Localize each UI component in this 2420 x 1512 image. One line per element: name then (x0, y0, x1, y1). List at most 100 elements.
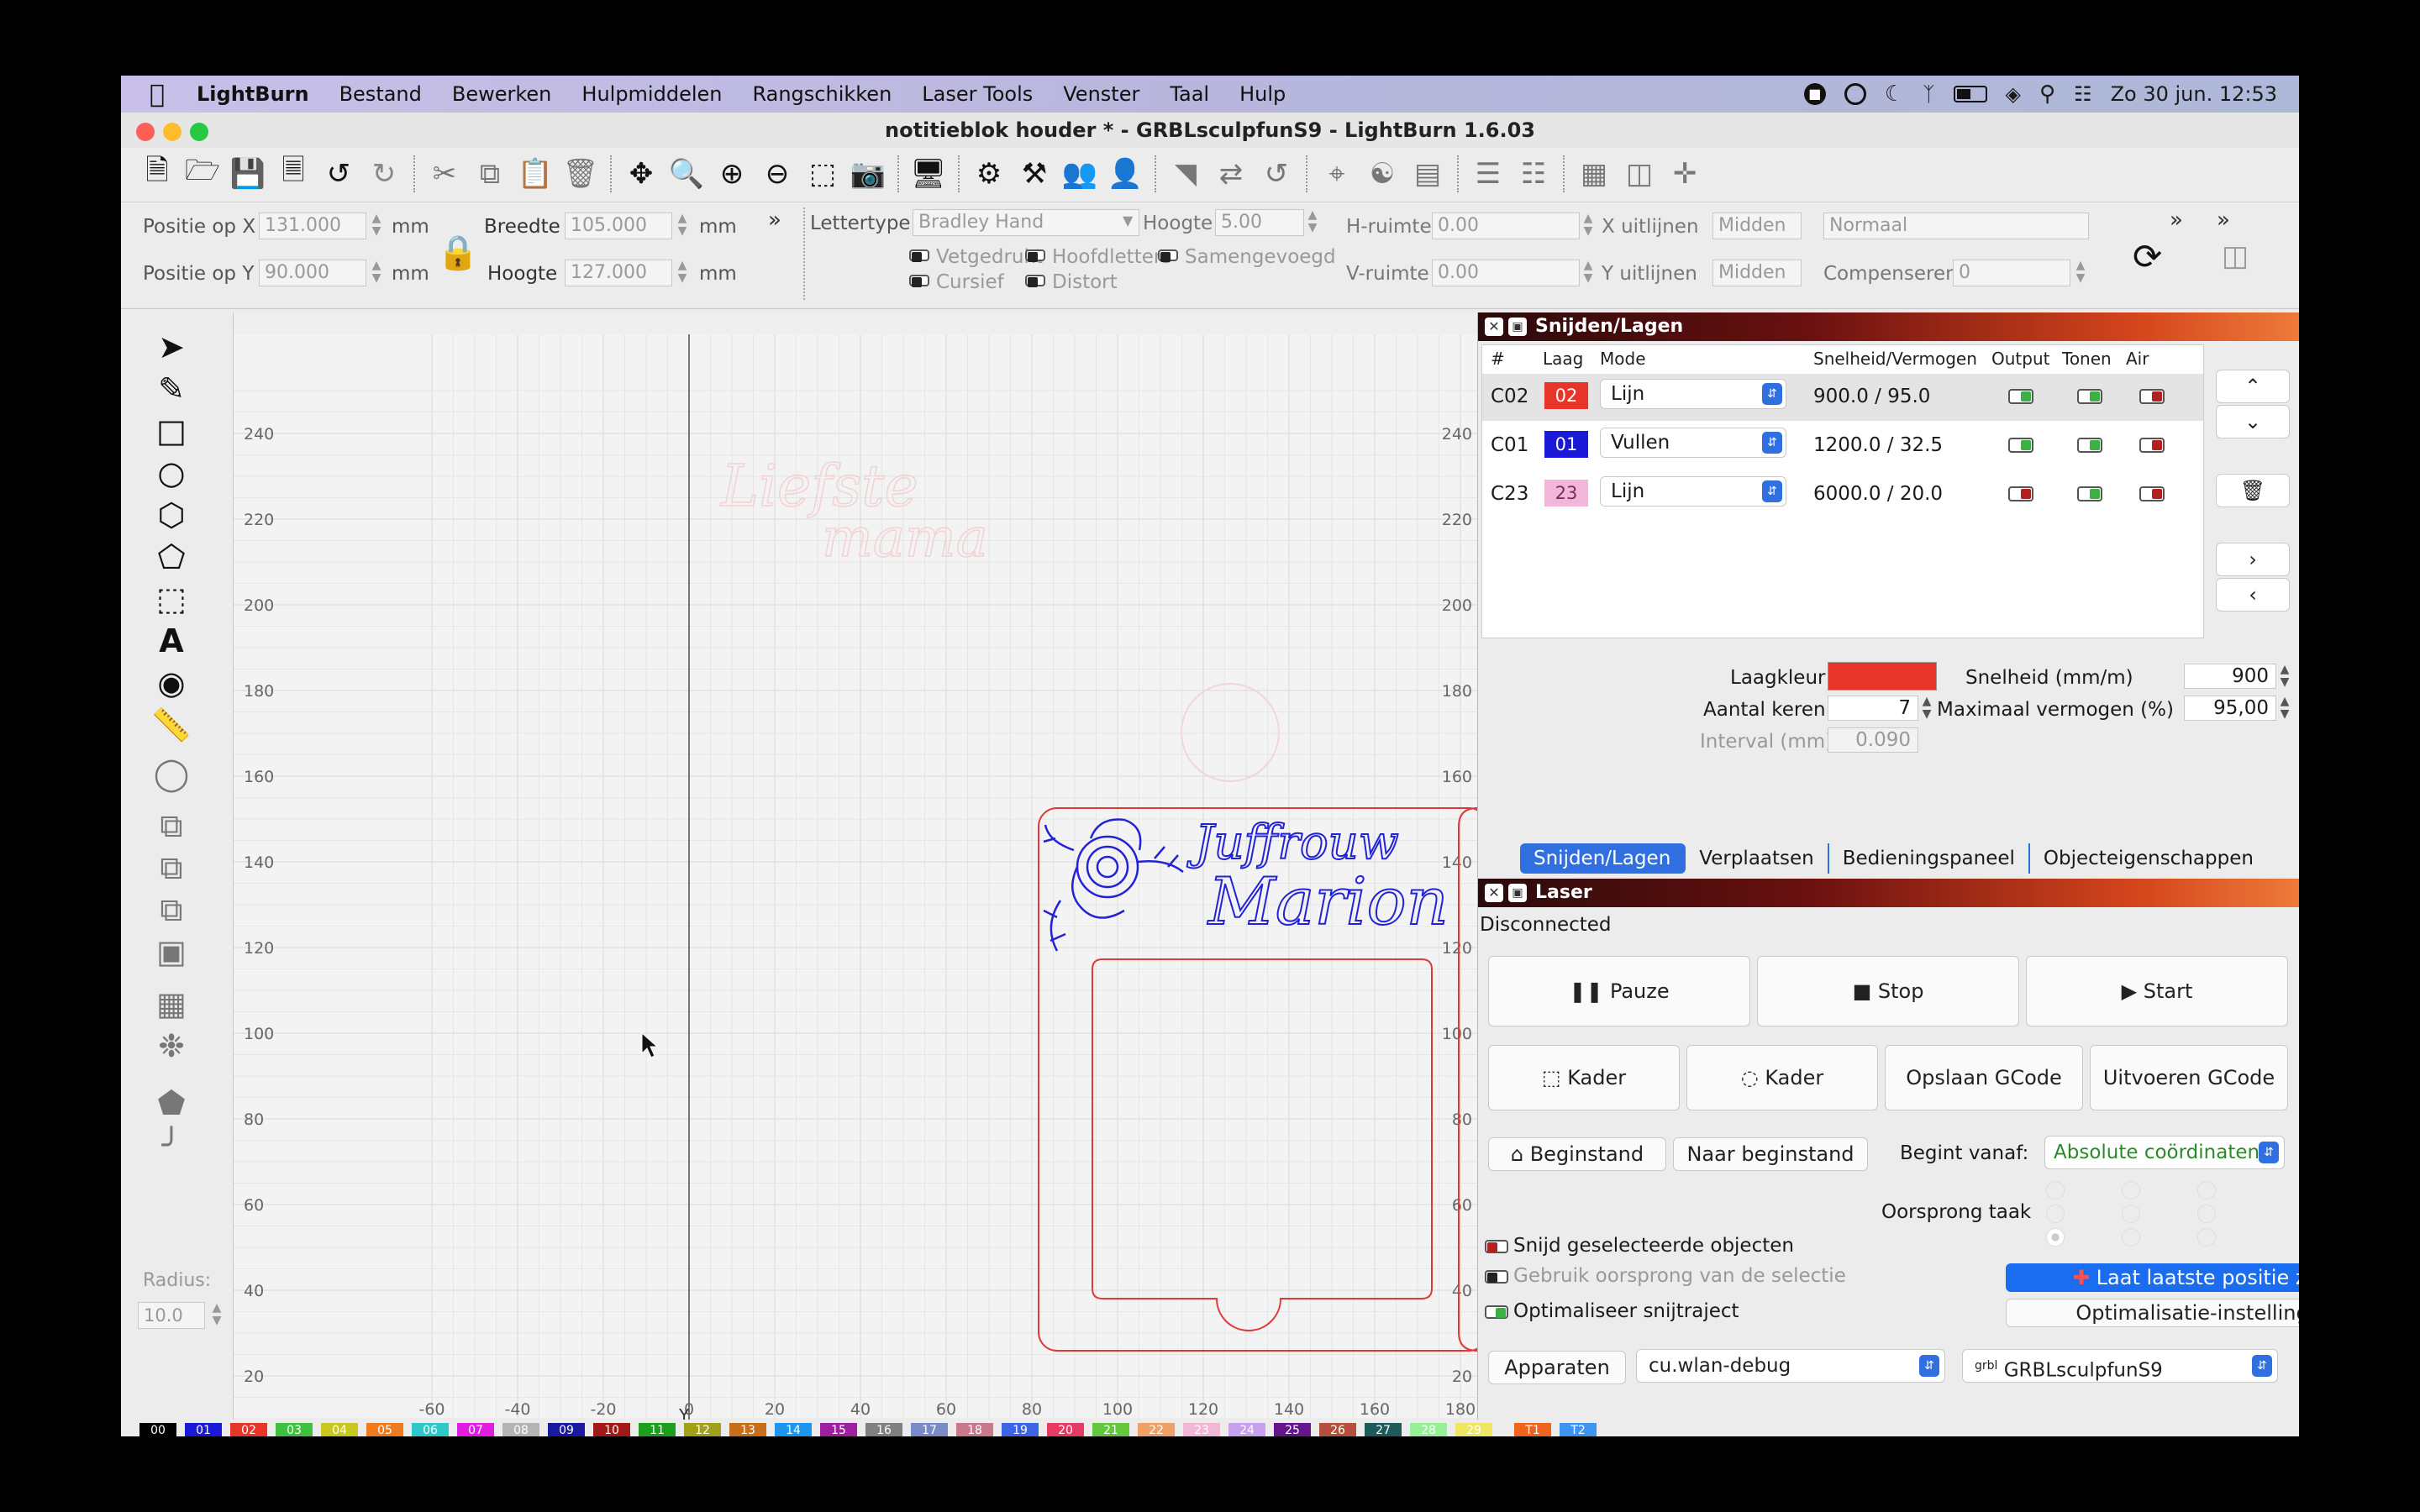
wifi-icon[interactable]: ◈ (2006, 82, 2021, 106)
palette-swatch[interactable]: 27 (1365, 1423, 1402, 1436)
yalign-select[interactable]: Midden (1712, 260, 1802, 286)
palette-swatch[interactable]: 11 (639, 1423, 676, 1436)
pos-x-stepper[interactable]: ▲ ▼ (370, 213, 383, 239)
welded-toggle[interactable] (1158, 249, 1178, 262)
menu-hulpmiddelen[interactable]: Hulpmiddelen (566, 82, 737, 106)
search-icon[interactable]: ⚲ (2039, 81, 2055, 107)
origin-radio[interactable] (2046, 1205, 2065, 1223)
layer-row[interactable]: C01 01 Vullen ⇵ 1200.0 / 32.5 (1482, 423, 2203, 470)
rotate-selection-icon[interactable]: ⟳ (2133, 236, 2162, 277)
text-tool-icon[interactable]: A (148, 622, 195, 660)
origin-radio[interactable] (2122, 1181, 2140, 1200)
output-toggle[interactable] (2008, 389, 2033, 404)
battery-icon[interactable] (1953, 86, 1987, 102)
show-last-position-button[interactable]: ✚ Laat laatste positie zien (2006, 1263, 2299, 1292)
output-toggle[interactable] (2008, 486, 2033, 501)
vspace-stepper[interactable]: ▲ ▼ (1581, 260, 1595, 286)
tab-object-properties[interactable]: Objecteigenschappen (2030, 843, 2267, 874)
palette-swatch[interactable]: 20 (1047, 1423, 1084, 1436)
copy-icon[interactable]: ⧉ (469, 153, 511, 195)
align-horizontal-icon[interactable]: ▤ (1407, 153, 1449, 195)
optimization-settings-button[interactable]: Optimalisatie-instellingen (2006, 1299, 2299, 1327)
home-button[interactable]: ⌂ Beginstand (1488, 1137, 1666, 1171)
text-line-1[interactable]: Juffrouw (1186, 815, 1400, 871)
speed-field[interactable]: 900 (2184, 664, 2276, 689)
speed-stepper[interactable]: ▲ ▼ (2278, 664, 2291, 690)
port-select[interactable]: cu.wlan-debug ⇵ (1636, 1349, 1945, 1383)
node-edit-icon[interactable]: ⬟ (148, 1084, 195, 1122)
text-line-2[interactable]: Marion (1206, 864, 1449, 941)
flip-horizontal-icon[interactable]: ◥ (1165, 153, 1207, 195)
palette-swatch[interactable]: 21 (1092, 1423, 1129, 1436)
close-dock-icon[interactable]: ✕ (1485, 884, 1503, 902)
align-vertical-icon[interactable]: ☯ (1361, 153, 1403, 195)
palette-swatch[interactable]: 07 (457, 1423, 494, 1436)
close-window-button[interactable] (136, 123, 155, 141)
origin-radio[interactable] (2046, 1181, 2065, 1200)
layer-mode-select[interactable]: Vullen ⇵ (1600, 428, 1786, 458)
layer-number[interactable]: 23 (1544, 480, 1588, 507)
position-tool-icon[interactable]: ◉ (148, 664, 195, 702)
pen-tool-icon[interactable]: ✎ (148, 370, 195, 408)
measure-tool-icon[interactable]: 📏 (148, 706, 195, 744)
origin-radio[interactable] (2122, 1228, 2140, 1247)
delete-icon[interactable]: 🗑 (560, 153, 602, 195)
device-select[interactable]: grbl GRBLsculpfunS9 ⇵ (1962, 1349, 2278, 1383)
origin-radio[interactable] (2197, 1205, 2216, 1223)
layer-number[interactable]: 01 (1544, 431, 1588, 458)
style-select[interactable]: Normaal (1823, 213, 2089, 239)
weld-icon[interactable]: ▣ (148, 932, 195, 971)
clock[interactable]: Zo 30 jun. 12:53 (2111, 82, 2277, 106)
origin-radio-selected[interactable] (2046, 1228, 2065, 1247)
palette-swatch[interactable]: 06 (412, 1423, 449, 1436)
boolean-intersect-icon[interactable]: ⧉ (148, 890, 195, 929)
font-select[interactable]: Bradley Hand (913, 209, 1139, 236)
corner-round-icon[interactable]: ╯ (148, 1126, 195, 1164)
air-toggle[interactable] (2139, 486, 2165, 501)
cut-selected-toggle[interactable] (1485, 1240, 1508, 1253)
delete-layer-button[interactable]: 🗑 (2216, 474, 2290, 507)
stop-button[interactable]: ■ Stop (1757, 956, 2019, 1026)
run-gcode-button[interactable]: Uitvoeren GCode (2090, 1045, 2288, 1110)
layer-color-swatch[interactable] (1828, 662, 1937, 690)
zoom-frame-icon[interactable]: ⬚ (802, 153, 844, 195)
camera-icon[interactable]: 📷 (847, 153, 889, 195)
pause-button[interactable]: ❚❚ Pauze (1488, 956, 1750, 1026)
ghost-text-2[interactable]: mama (821, 507, 988, 570)
palette-swatch[interactable]: 16 (865, 1423, 902, 1436)
undo-icon[interactable]: ↺ (318, 153, 360, 195)
max-power-field[interactable]: 95,00 (2184, 696, 2276, 721)
move-layer-up-button[interactable]: ⌃ (2216, 370, 2290, 403)
hspace-field[interactable]: 0.00 (1432, 213, 1580, 239)
palette-swatch[interactable]: 26 (1319, 1423, 1356, 1436)
palette-swatch[interactable]: 28 (1410, 1423, 1447, 1436)
group-icon[interactable]: 👥 (1059, 153, 1101, 195)
apple-icon[interactable]:  (121, 80, 182, 109)
expand-icon[interactable]: » (768, 207, 781, 233)
menu-rangschikken[interactable]: Rangschikken (737, 82, 907, 106)
float-dock-icon[interactable]: ▣ (1508, 318, 1527, 336)
space-horizontal-icon[interactable]: ▦ (1573, 153, 1615, 195)
ungroup-icon[interactable]: 👤 (1104, 153, 1146, 195)
frame-rect-button[interactable]: ⬚ Kader (1488, 1045, 1680, 1110)
next-layer-button[interactable]: › (2216, 543, 2290, 576)
menu-venster[interactable]: Venster (1048, 82, 1155, 106)
move-layer-down-button[interactable]: ⌄ (2216, 405, 2290, 438)
optimize-toggle[interactable] (1485, 1305, 1508, 1319)
layer-number[interactable]: 02 (1544, 382, 1588, 409)
tab-move[interactable]: Verplaatsen (1686, 843, 1829, 874)
goto-home-button[interactable]: Naar beginstand (1673, 1137, 1868, 1171)
palette-swatch[interactable]: 15 (820, 1423, 857, 1436)
air-toggle[interactable] (2139, 438, 2165, 453)
frame-tool-icon[interactable]: ⬚ (148, 580, 195, 618)
export-icon[interactable]: 🗏 (272, 153, 314, 195)
design-canvas[interactable]: -60-60-40-40-20-200020204040606080801001… (234, 312, 1477, 1420)
height-field[interactable]: 127.000 (565, 260, 672, 286)
palette-swatch[interactable]: 19 (1002, 1423, 1039, 1436)
distribute-vertical-icon[interactable]: ☰ (1467, 153, 1509, 195)
menu-laser-tools[interactable]: Laser Tools (907, 82, 1048, 106)
notepad-cutout[interactable] (1092, 958, 1433, 1331)
palette-swatch[interactable]: 05 (366, 1423, 403, 1436)
polygon-tool-icon[interactable]: ⬡ (148, 496, 195, 534)
start-button[interactable]: ▶ Start (2026, 956, 2288, 1026)
